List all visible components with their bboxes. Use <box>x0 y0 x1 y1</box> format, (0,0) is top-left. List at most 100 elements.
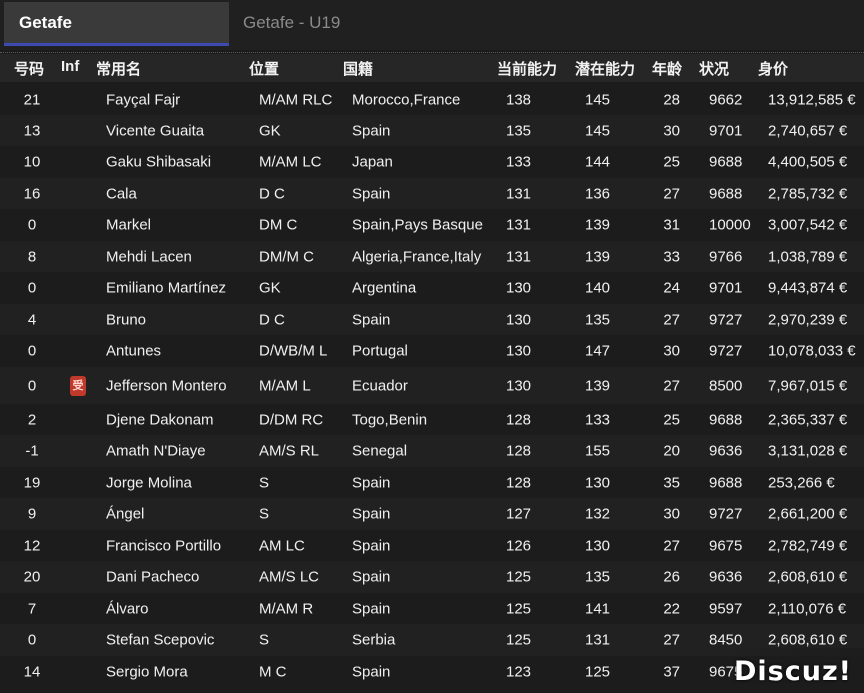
player-number: 12 <box>23 537 41 554</box>
player-number: 7 <box>27 600 37 617</box>
column-header-position[interactable]: 位置 <box>249 58 279 79</box>
player-number: 8 <box>27 248 37 265</box>
player-value: 10,078,033 € <box>768 342 856 360</box>
table-row[interactable]: 12 Francisco Portillo AM LC Spain 126 130 27 96… <box>0 530 864 561</box>
player-current-ability: 128 <box>506 411 532 428</box>
player-potential-ability: 125 <box>585 663 611 680</box>
player-name: Mehdi Lacen <box>106 248 192 265</box>
player-number: 0 <box>27 279 37 297</box>
player-nationality: Ecuador <box>352 377 408 394</box>
player-status: 9636 <box>709 442 743 460</box>
table-row[interactable]: 4 Bruno D C Spain 130 135 27 9727 2,970,239 € <box>0 304 864 335</box>
player-potential-ability: 139 <box>585 377 611 394</box>
player-current-ability: 135 <box>506 122 532 139</box>
player-position: S <box>259 505 270 523</box>
player-potential-ability: 130 <box>585 474 611 491</box>
player-nationality: Spain,Pays Basque <box>352 216 483 234</box>
table-row[interactable]: 21 Fayçal Fajr M/AM RLC Morocco,France 138 14… <box>0 84 864 115</box>
player-number: 2 <box>27 411 37 428</box>
player-name: Vicente Guaita <box>106 122 205 139</box>
table-row[interactable]: 19 Jorge Molina S Spain 128 130 35 9688 253,266 … <box>0 467 864 498</box>
player-value: 253,266 € <box>768 474 835 491</box>
table-row[interactable]: 0 Antunes D/WB/M L Portugal 130 147 30 9727 10,0… <box>0 335 864 367</box>
player-value: 2,782,749 € <box>768 537 848 554</box>
table-row[interactable]: 7 Álvaro M/AM R Spain 125 141 22 9597 2,110,076 … <box>0 593 864 624</box>
player-status: 9662 <box>709 91 743 108</box>
column-header-name[interactable]: 常用名 <box>96 58 141 79</box>
column-header-age[interactable]: 年龄 <box>652 58 682 79</box>
player-status: 9688 <box>709 474 743 491</box>
table-row[interactable]: 10 Gaku Shibasaki M/AM LC Japan 133 144 25 9688… <box>0 146 864 178</box>
player-age: 33 <box>663 248 680 265</box>
table-row[interactable]: 2 Djene Dakonam D/DM RC Togo,Benin 128 133 25 9… <box>0 404 864 435</box>
table-row[interactable]: 20 Dani Pacheco AM/S LC Spain 125 135 26 9636 2,… <box>0 561 864 593</box>
player-name: Fayçal Fajr <box>106 91 181 108</box>
player-current-ability: 130 <box>506 342 532 360</box>
player-status: 10000 <box>709 216 751 234</box>
player-name: Jorge Molina <box>106 474 192 491</box>
player-potential-ability: 141 <box>585 600 611 617</box>
player-name: Djene Dakonam <box>106 411 214 428</box>
table-row[interactable]: 8 Mehdi Lacen DM/M C Algeria,France,Italy 13… <box>0 241 864 272</box>
player-value: 2,608,610 € <box>768 631 848 649</box>
player-potential-ability: 155 <box>585 442 611 460</box>
player-nationality: Spain <box>352 474 391 491</box>
column-header-value[interactable]: 身价 <box>758 58 788 79</box>
player-current-ability: 130 <box>506 279 532 297</box>
player-current-ability: 131 <box>506 185 532 202</box>
player-nationality: Portugal <box>352 342 408 360</box>
player-name: Amath N'Diaye <box>106 442 206 460</box>
player-potential-ability: 133 <box>585 411 611 428</box>
table-row[interactable]: 0 Markel DM C Spain,Pays Basque 131 139 31 1000… <box>0 209 864 241</box>
table-row[interactable]: 13 Vicente Guaita GK Spain 135 145 30 9701 2,740… <box>0 115 864 146</box>
player-name: Gaku Shibasaki <box>106 153 212 171</box>
player-current-ability: 130 <box>506 311 532 328</box>
player-age: 27 <box>663 185 680 202</box>
player-age: 27 <box>663 311 680 328</box>
player-position: AM/S RL <box>259 442 320 460</box>
player-current-ability: 130 <box>506 377 532 394</box>
tab-getafe-u19[interactable]: Getafe - U19 <box>243 2 340 46</box>
player-age: 26 <box>663 568 680 586</box>
player-current-ability: 138 <box>506 91 532 108</box>
player-potential-ability: 130 <box>585 537 611 554</box>
table-row[interactable]: 0 Emiliano Martínez GK Argentina 130 140 24 970… <box>0 272 864 304</box>
player-name: Emiliano Martínez <box>106 279 227 297</box>
player-nationality: Japan <box>352 153 393 171</box>
player-position: M/AM RLC <box>259 91 333 108</box>
table-row[interactable]: 16 Cala D C Spain 131 136 27 9688 2,785,732 € <box>0 178 864 209</box>
player-nationality: Senegal <box>352 442 408 460</box>
player-number: 4 <box>27 311 37 328</box>
player-status: 9701 <box>709 279 743 297</box>
table-row[interactable]: 9 Ángel S Spain 127 132 30 9727 2,661,200 € <box>0 498 864 530</box>
table-row[interactable]: 0 受 Jefferson Montero M/AM L Ecuador 130 139 27… <box>0 367 864 404</box>
column-header-nationality[interactable]: 国籍 <box>343 58 373 79</box>
player-current-ability: 125 <box>506 568 532 586</box>
table-row[interactable]: 0 Stefan Scepovic S Serbia 125 131 27 8450 2,608… <box>0 624 864 656</box>
column-header-potential-ability[interactable]: 潜在能力 <box>575 58 635 79</box>
column-header-num[interactable]: 号码 <box>14 58 44 79</box>
player-current-ability: 128 <box>506 442 532 460</box>
player-status: 9766 <box>709 248 743 265</box>
player-position: D/WB/M L <box>259 342 328 360</box>
player-value: 3,007,542 € <box>768 216 848 234</box>
player-age: 27 <box>663 631 680 649</box>
player-value: 2,608,610 € <box>768 568 848 586</box>
player-nationality: Spain <box>352 600 391 617</box>
player-age: 31 <box>663 216 680 234</box>
player-number: 0 <box>27 342 37 360</box>
player-potential-ability: 139 <box>585 216 611 234</box>
table-row[interactable]: -1 Amath N'Diaye AM/S RL Senegal 128 155 20 963… <box>0 435 864 467</box>
column-header-inf[interactable]: Inf <box>61 58 79 75</box>
column-header-status[interactable]: 状况 <box>699 58 729 79</box>
player-position: DM C <box>259 216 298 234</box>
player-position: D C <box>259 185 285 202</box>
player-age: 25 <box>663 411 680 428</box>
column-header-current-ability[interactable]: 当前能力 <box>497 58 557 79</box>
player-value: 2,110,076 € <box>768 600 847 617</box>
player-info: 受 <box>70 375 86 396</box>
player-position: D C <box>259 311 285 328</box>
player-current-ability: 125 <box>506 600 532 617</box>
player-current-ability: 131 <box>506 248 532 265</box>
tab-getafe[interactable]: Getafe <box>4 2 229 46</box>
